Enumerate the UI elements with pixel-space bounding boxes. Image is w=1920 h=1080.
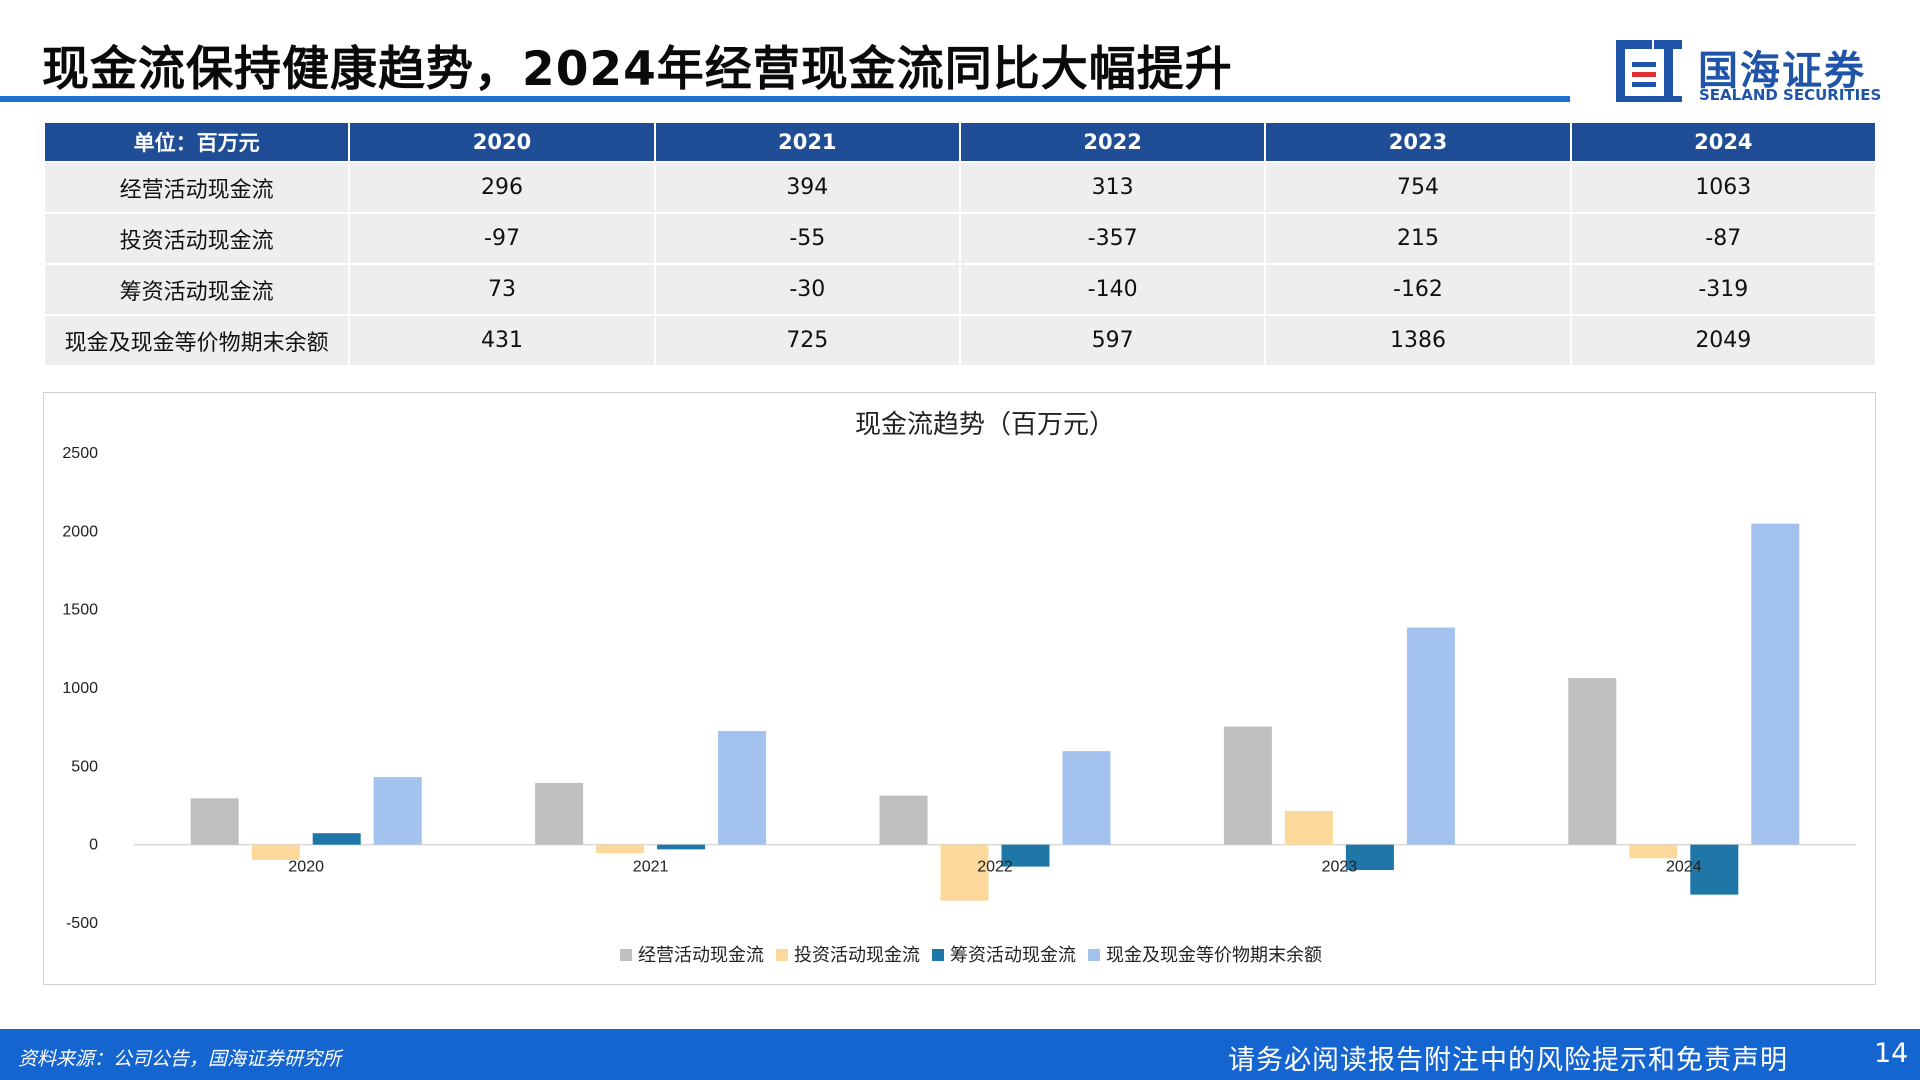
y-tick-label: -500 xyxy=(66,915,98,932)
column-header: 2020 xyxy=(350,123,654,161)
y-tick-label: 2000 xyxy=(62,523,98,540)
legend-label: 筹资活动现金流 xyxy=(950,945,1076,965)
x-tick-label: 2022 xyxy=(977,859,1013,876)
table-cell: -162 xyxy=(1266,265,1570,314)
row-label: 投资活动现金流 xyxy=(45,214,349,263)
chart-title: 现金流趋势（百万元） xyxy=(855,409,1115,439)
source-note: 资料来源：公司公告，国海证券研究所 xyxy=(18,1048,342,1070)
disclaimer-link[interactable]: 请务必阅读报告附注中的风险提示和免责声明 xyxy=(1228,1038,1788,1077)
table-cell: 394 xyxy=(655,163,959,212)
table-cell: 73 xyxy=(350,265,654,314)
table-row: 筹资活动现金流 73 -30 -140 -162 -319 xyxy=(45,265,1875,314)
table-cell: -319 xyxy=(1571,265,1875,314)
bar-2 xyxy=(251,844,300,860)
x-tick-label: 2021 xyxy=(633,859,669,876)
bar-4 xyxy=(718,731,767,845)
bar-1 xyxy=(1568,678,1617,845)
y-tick-label: 1500 xyxy=(62,602,98,619)
y-tick-label: 1000 xyxy=(62,680,98,697)
table-cell: 1386 xyxy=(1266,316,1570,365)
legend-label: 现金及现金等价物期末余额 xyxy=(1106,945,1322,965)
x-tick-label: 2023 xyxy=(1322,859,1358,876)
bar-2 xyxy=(1629,844,1678,859)
bar-4 xyxy=(1406,627,1455,845)
cash-flow-table: 单位：百万元 2020 2021 2022 2023 2024 经营活动现金流 … xyxy=(43,121,1877,367)
legend-swatch xyxy=(1088,949,1100,961)
chart-canvas: 现金流趋势（百万元） 2500 2000 1500 1000 500 0 -500 2020 20… xyxy=(62,409,1856,965)
table-row: 投资活动现金流 -97 -55 -357 215 -87 xyxy=(45,214,1875,263)
row-label: 经营活动现金流 xyxy=(45,163,349,212)
x-tick-label: 2024 xyxy=(1666,859,1702,876)
legend-swatch xyxy=(620,949,632,961)
table-cell: 2049 xyxy=(1571,316,1875,365)
bar-1 xyxy=(190,798,239,845)
table-cell: 754 xyxy=(1266,163,1570,212)
title-divider xyxy=(0,96,1570,102)
y-tick-label: 2500 xyxy=(62,445,98,462)
y-tick-label: 500 xyxy=(71,758,98,775)
y-tick-label: 0 xyxy=(89,837,98,854)
sealand-logo-icon xyxy=(1616,40,1682,102)
bar-4 xyxy=(1751,523,1800,845)
bar-3 xyxy=(657,844,706,850)
bar-2 xyxy=(1284,810,1333,845)
table-header-row: 单位：百万元 2020 2021 2022 2023 2024 xyxy=(45,123,1875,161)
page-title: 现金流保持健康趋势，2024年经营现金流同比大幅提升 xyxy=(42,42,1233,97)
cash-flow-chart: 现金流趋势（百万元） 2500 2000 1500 1000 500 0 -500 2020 20… xyxy=(43,392,1876,985)
table-cell: 725 xyxy=(655,316,959,365)
legend-swatch xyxy=(776,949,788,961)
column-header: 2022 xyxy=(960,123,1265,161)
table-cell: -55 xyxy=(655,214,959,263)
table-row: 现金及现金等价物期末余额 431 725 597 1386 2049 xyxy=(45,316,1875,365)
row-label: 现金及现金等价物期末余额 xyxy=(45,316,349,365)
table-cell: 431 xyxy=(350,316,654,365)
company-logo: 国海证券 SEALAND SECURITIES xyxy=(1612,38,1882,108)
bar-4 xyxy=(1062,751,1111,845)
table-cell: 215 xyxy=(1266,214,1570,263)
bar-1 xyxy=(879,795,928,845)
table-cell: 313 xyxy=(960,163,1265,212)
column-header: 2023 xyxy=(1266,123,1570,161)
table-cell: -30 xyxy=(655,265,959,314)
bar-4 xyxy=(373,777,422,845)
legend-label: 投资活动现金流 xyxy=(794,945,920,965)
bar-3 xyxy=(312,833,361,845)
footer-bar: 资料来源：公司公告，国海证券研究所 请务必阅读报告附注中的风险提示和免责声明 1… xyxy=(0,1029,1920,1080)
row-label: 筹资活动现金流 xyxy=(45,265,349,314)
x-tick-label: 2020 xyxy=(288,859,324,876)
legend-swatch xyxy=(932,949,944,961)
bar-1 xyxy=(1223,726,1272,845)
table-cell: -140 xyxy=(960,265,1265,314)
table-cell: -97 xyxy=(350,214,654,263)
column-header: 单位：百万元 xyxy=(45,123,349,161)
page-number: 14 xyxy=(1874,1038,1909,1069)
table-cell: -87 xyxy=(1571,214,1875,263)
legend-label: 经营活动现金流 xyxy=(638,945,764,965)
column-header: 2021 xyxy=(655,123,959,161)
bar-1 xyxy=(535,782,584,845)
logo-english-name: SEALAND SECURITIES xyxy=(1699,86,1882,104)
table-cell: 597 xyxy=(960,316,1265,365)
table-row: 经营活动现金流 296 394 313 754 1063 xyxy=(45,163,1875,212)
table-cell: 1063 xyxy=(1571,163,1875,212)
table-cell: 296 xyxy=(350,163,654,212)
column-header: 2024 xyxy=(1571,123,1875,161)
table-cell: -357 xyxy=(960,214,1265,263)
bar-2 xyxy=(596,844,645,854)
